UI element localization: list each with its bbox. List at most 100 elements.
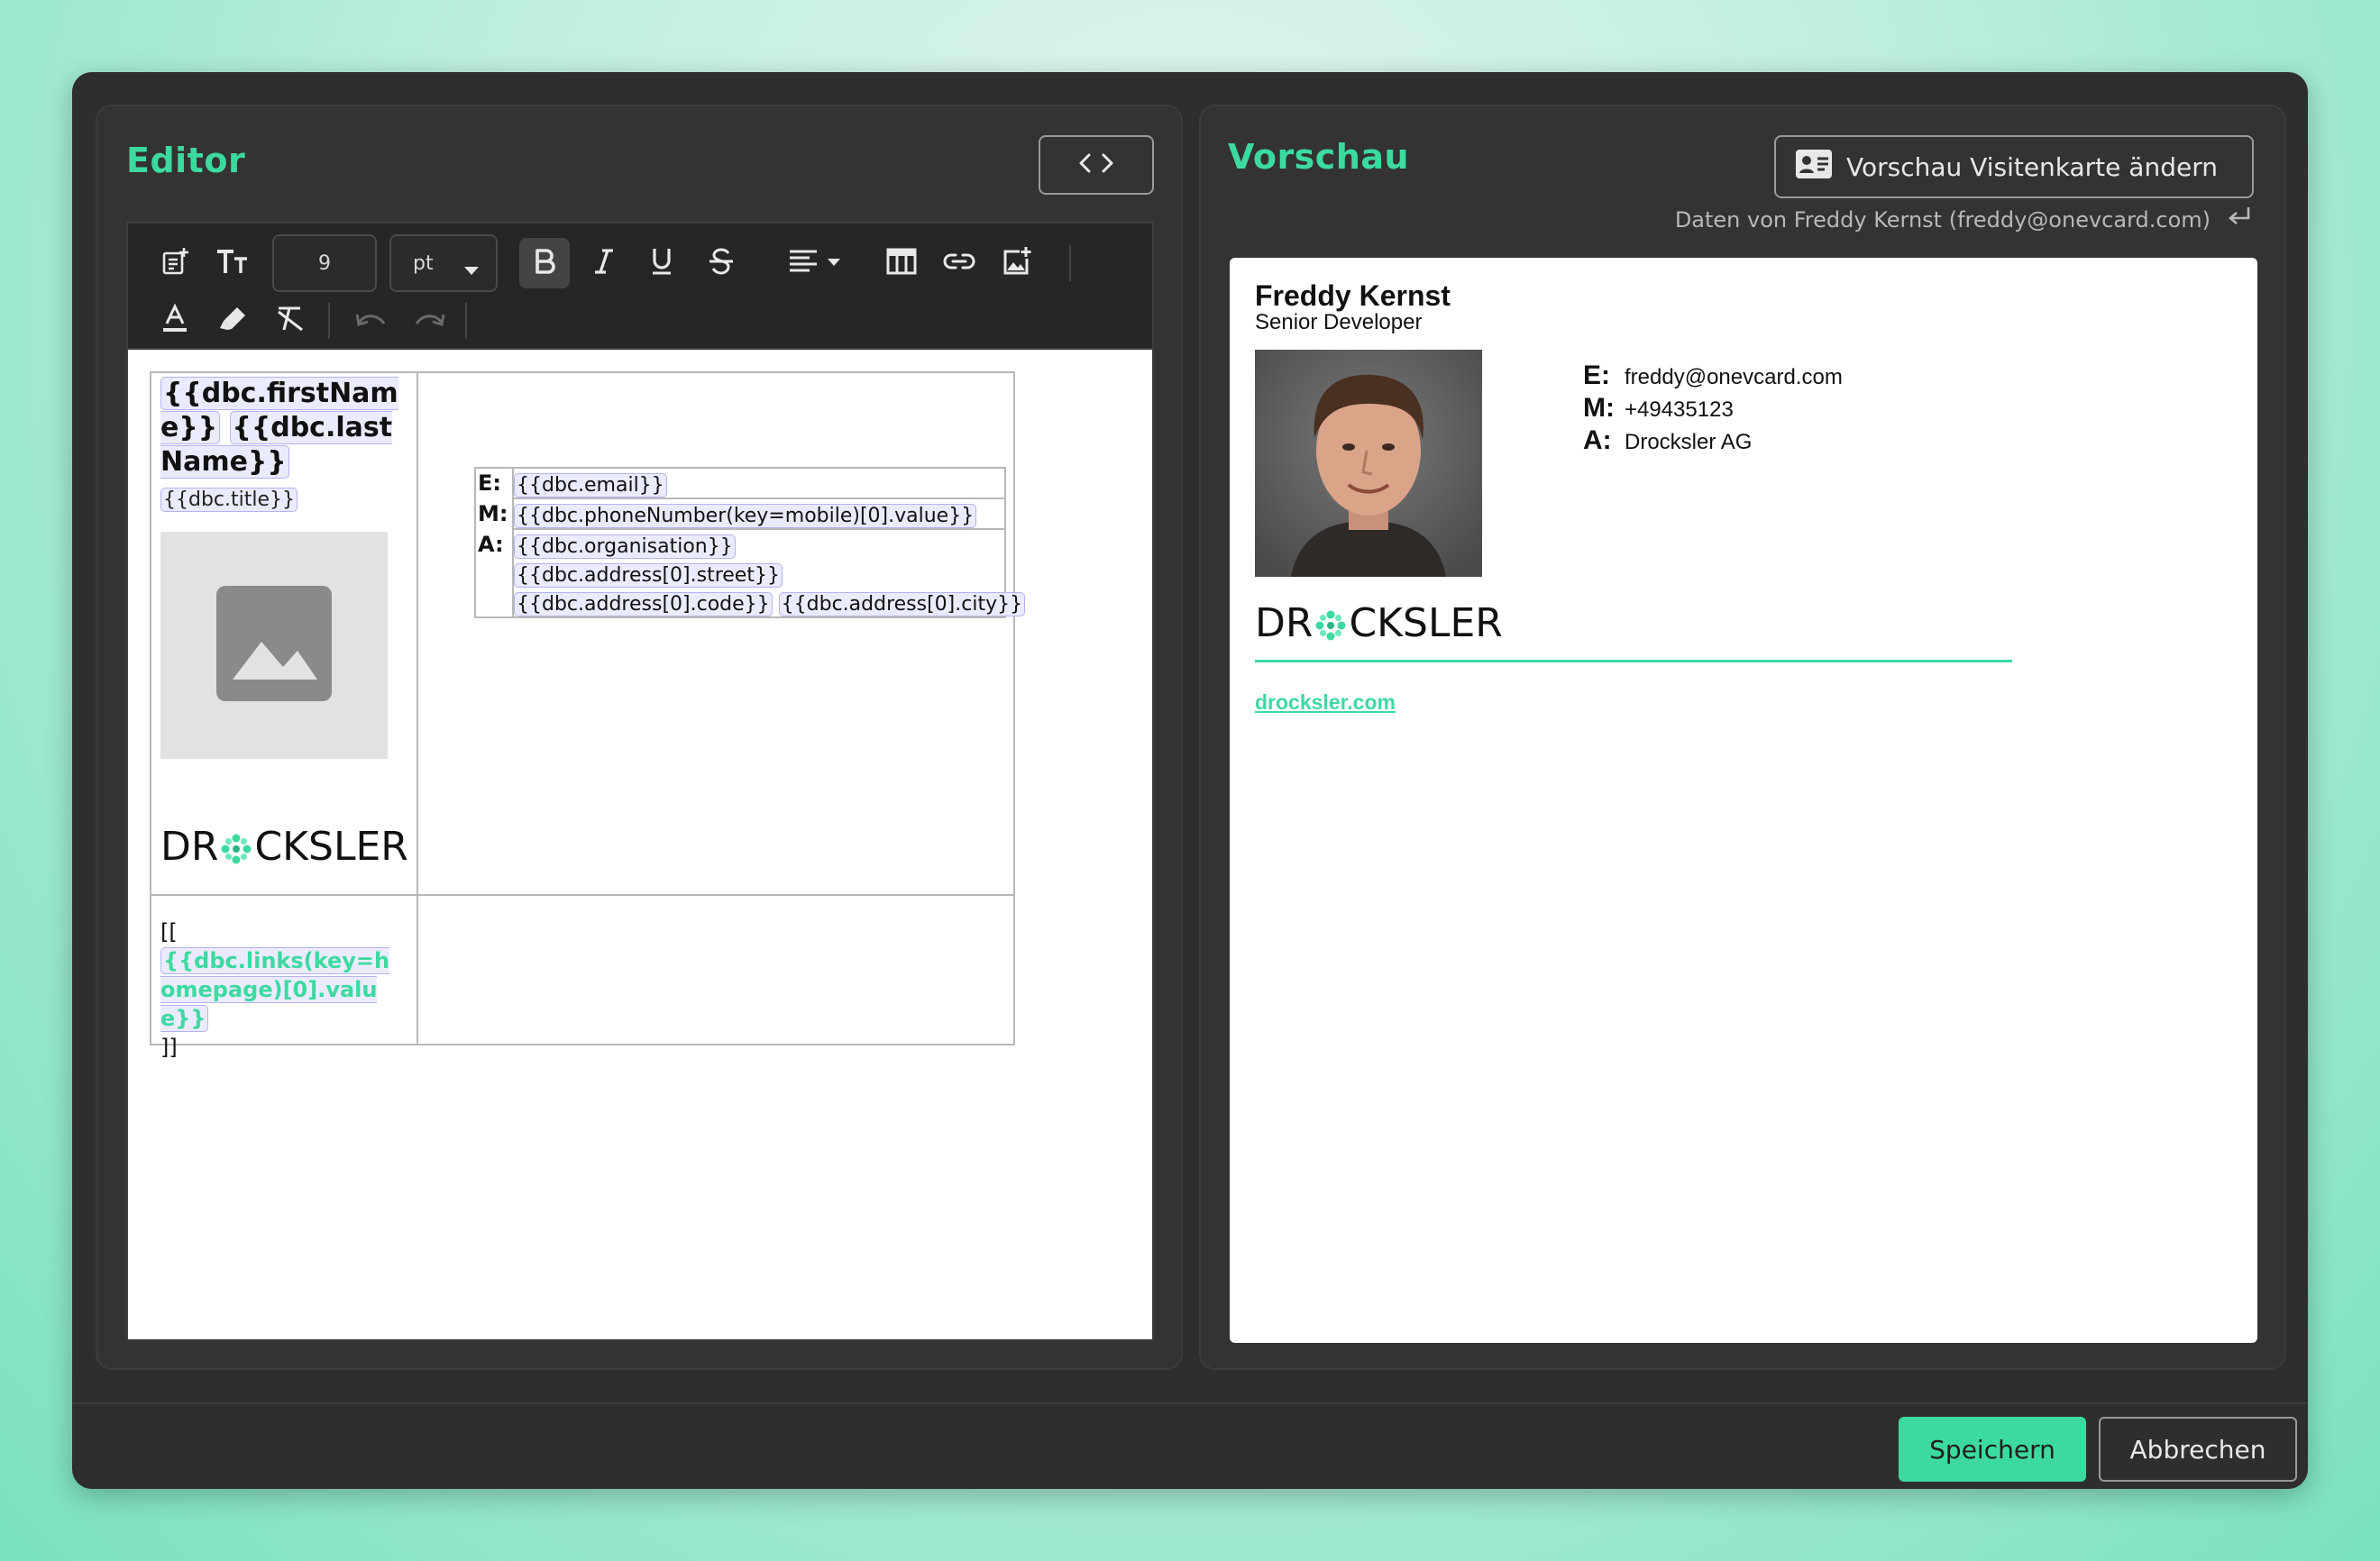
street-placeholder[interactable]: {{dbc.address[0].street}} xyxy=(514,561,783,590)
italic-button[interactable] xyxy=(579,238,629,288)
city-placeholder-text[interactable]: {{dbc.address[0].city}} xyxy=(778,592,1026,616)
chevron-down-icon xyxy=(463,260,480,282)
logo-text-left: DR xyxy=(1255,600,1314,646)
insert-template-icon xyxy=(160,246,190,281)
homepage-link-placeholder[interactable]: {{dbc.links(key=homepage)[0].value}} xyxy=(160,947,390,1032)
links-open-bracket: [[ xyxy=(160,919,178,945)
insert-image-icon xyxy=(1002,246,1032,281)
editor-content[interactable]: {{dbc.firstName}} {{dbc.lastName}} {{dbc… xyxy=(126,348,1154,1341)
email-placeholder[interactable]: {{dbc.email}} xyxy=(514,470,667,500)
preview-email: freddy@onevcard.com xyxy=(1625,365,1843,389)
footer-divider xyxy=(72,1402,2308,1404)
email-label: E: xyxy=(478,470,501,496)
links-placeholder[interactable]: [[ {{dbc.links(key=homepage)[0].value}} … xyxy=(160,917,404,1062)
link-icon xyxy=(943,252,975,275)
align-icon xyxy=(788,248,844,279)
preview-email-label: E: xyxy=(1583,361,1610,390)
bold-button[interactable] xyxy=(519,238,570,288)
change-preview-card-label: Vorschau Visitenkarte ändern xyxy=(1846,151,2218,182)
undo-icon xyxy=(355,309,388,333)
insert-template-button[interactable] xyxy=(150,238,200,288)
insert-image-button[interactable] xyxy=(992,238,1042,288)
undo-button[interactable] xyxy=(346,296,397,346)
redo-button[interactable] xyxy=(404,296,454,346)
redo-icon xyxy=(413,309,445,333)
table-icon xyxy=(886,248,917,279)
preview-mobile: +49435123 xyxy=(1625,397,1734,422)
logo-mark-icon xyxy=(219,830,253,864)
code-view-button[interactable] xyxy=(1039,135,1154,195)
name-placeholder[interactable]: {{dbc.firstName}} {{dbc.lastName}} xyxy=(160,377,404,479)
email-placeholder-text[interactable]: {{dbc.email}} xyxy=(514,473,667,498)
align-dropdown[interactable] xyxy=(775,238,856,288)
toolbar-separator xyxy=(1069,245,1071,281)
street-placeholder-text[interactable]: {{dbc.address[0].street}} xyxy=(514,563,783,588)
save-button[interactable]: Speichern xyxy=(1899,1417,2086,1482)
font-color-button[interactable] xyxy=(150,296,200,346)
toolbar-separator xyxy=(465,303,467,339)
preview-mobile-label: M: xyxy=(1583,393,1615,423)
strikethrough-button[interactable] xyxy=(696,238,746,288)
preview-photo xyxy=(1255,350,1482,577)
mobile-placeholder-text[interactable]: {{dbc.phoneNumber(key=mobile)[0].value}} xyxy=(514,504,977,528)
preview-address-label: A: xyxy=(1583,425,1612,455)
code-city-placeholder[interactable]: {{dbc.address[0].code}} {{dbc.address[0]… xyxy=(514,589,1026,619)
preview-data-source-text: Daten von Freddy Kernst (freddy@onevcard… xyxy=(1674,207,2211,233)
editor-title: Editor xyxy=(126,141,246,180)
organisation-placeholder-text[interactable]: {{dbc.organisation}} xyxy=(514,534,736,559)
code-icon xyxy=(1078,152,1114,178)
italic-icon xyxy=(591,247,617,280)
bold-icon xyxy=(532,247,557,280)
preview-homepage-link[interactable]: drocksler.com xyxy=(1255,690,1396,715)
toolbar-separator xyxy=(328,303,330,339)
mobile-placeholder[interactable]: {{dbc.phoneNumber(key=mobile)[0].value}} xyxy=(514,501,977,531)
font-size-input[interactable]: 9 xyxy=(272,234,377,292)
editor-toolbar: 9 pt xyxy=(126,222,1154,348)
image-placeholder-icon xyxy=(216,585,332,706)
contact-table: E: {{dbc.email}} M: {{dbc.phoneNumber(ke… xyxy=(474,467,1026,618)
address-label: A: xyxy=(478,532,504,557)
table-button[interactable] xyxy=(876,238,927,288)
preview-job-title: Senior Developer xyxy=(1255,310,1423,334)
preview-name: Freddy Kernst xyxy=(1255,279,1451,312)
company-logo: DR CKSLER xyxy=(160,824,408,870)
links-close-bracket: ]] xyxy=(160,1035,178,1060)
strikethrough-icon xyxy=(708,246,735,281)
logo-mark-icon xyxy=(1314,607,1348,641)
editor-panel: Editor 9 pt {{dbc.firstName}} {{dbc.last… xyxy=(96,105,1183,1370)
table-divider xyxy=(416,373,418,1044)
title-placeholder-text[interactable]: {{dbc.title}} xyxy=(160,488,298,512)
preview-panel: Vorschau Vorschau Visitenkarte ändern Da… xyxy=(1199,105,2286,1370)
clear-format-button[interactable] xyxy=(265,296,316,346)
highlight-button[interactable] xyxy=(207,296,258,346)
preview-organisation: Drocksler AG xyxy=(1625,430,1753,454)
preview-data-source: Daten von Freddy Kernst (freddy@onevcard… xyxy=(1675,205,2252,234)
font-unit-value: pt xyxy=(413,251,434,275)
preview-contact: E: freddy@onevcard.com M: +49435123 A: Droc… xyxy=(1583,361,1843,458)
mobile-label: M: xyxy=(478,501,508,526)
logo-text-left: DR xyxy=(160,824,219,870)
logo-text-right: CKSLER xyxy=(1349,600,1503,646)
cancel-button[interactable]: Abbrechen xyxy=(2099,1417,2297,1482)
template-editor-dialog: Editor 9 pt {{dbc.firstName}} {{dbc.last… xyxy=(72,72,2308,1489)
link-button[interactable] xyxy=(934,238,984,288)
table-divider xyxy=(151,894,1013,896)
highlight-icon xyxy=(217,305,248,338)
return-icon[interactable] xyxy=(2227,205,2252,234)
change-preview-card-button[interactable]: Vorschau Visitenkarte ändern xyxy=(1774,135,2254,198)
font-color-icon xyxy=(161,302,188,339)
preview-title: Vorschau xyxy=(1228,137,1410,177)
image-placeholder[interactable] xyxy=(160,532,388,759)
preview-divider xyxy=(1255,660,2012,662)
underline-icon xyxy=(649,246,674,281)
font-size-button[interactable] xyxy=(207,238,258,288)
organisation-placeholder[interactable]: {{dbc.organisation}} xyxy=(514,532,736,561)
font-unit-select[interactable]: pt xyxy=(389,234,498,292)
underline-button[interactable] xyxy=(636,238,687,288)
contact-card-icon xyxy=(1796,149,1832,185)
logo-text-right: CKSLER xyxy=(254,824,408,870)
clear-format-icon xyxy=(275,305,306,338)
code-placeholder-text[interactable]: {{dbc.address[0].code}} xyxy=(514,592,773,616)
font-size-icon xyxy=(215,246,251,281)
title-placeholder[interactable]: {{dbc.title}} xyxy=(160,485,298,515)
